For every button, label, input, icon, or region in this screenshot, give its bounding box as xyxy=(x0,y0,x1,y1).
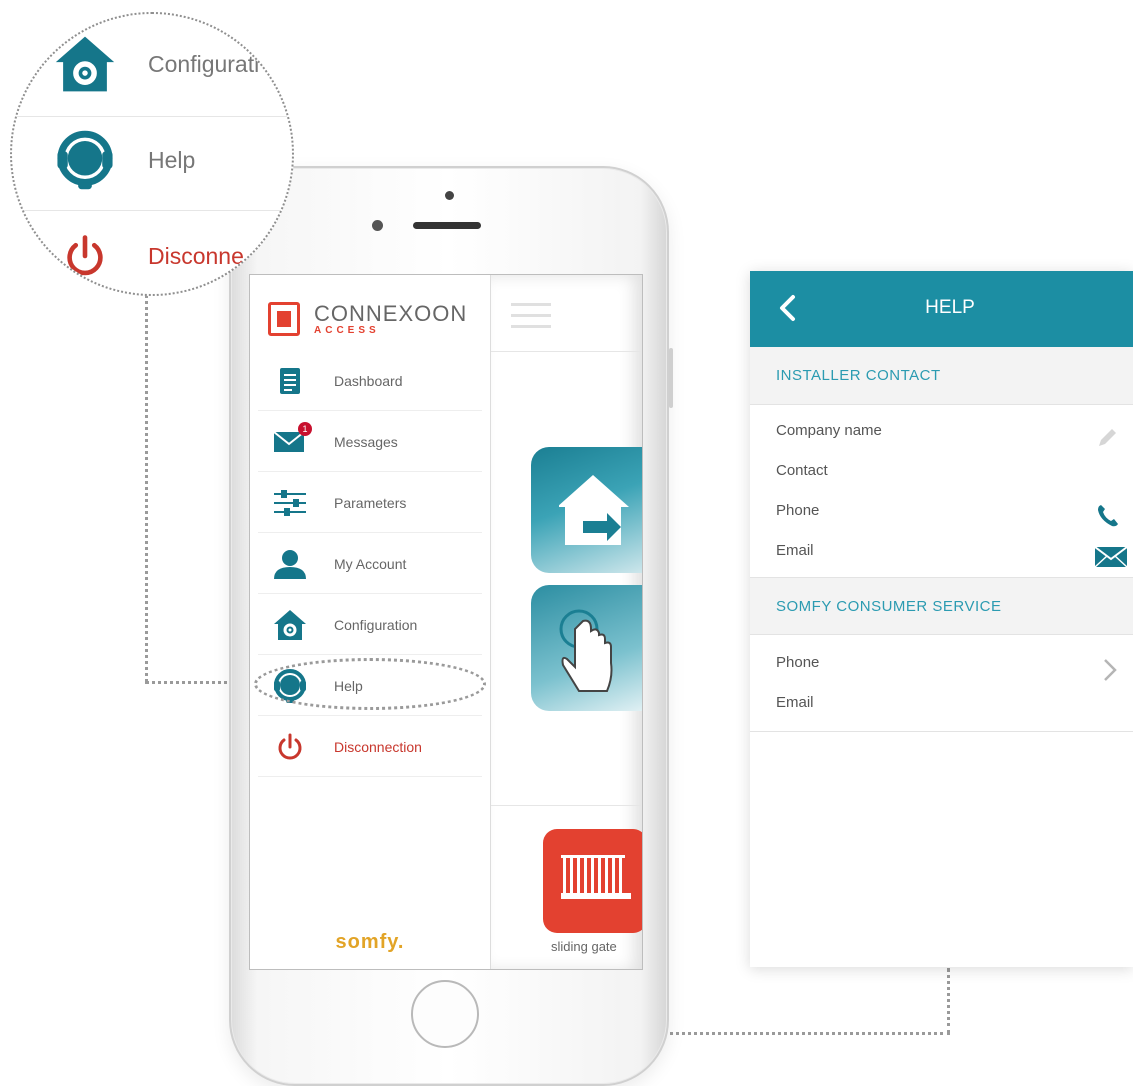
contact-label: Contact xyxy=(776,462,828,479)
section-title: INSTALLER CONTACT xyxy=(776,367,941,384)
messages-badge: 1 xyxy=(298,421,312,436)
sliders-icon xyxy=(268,481,312,525)
phone-side-button xyxy=(669,348,673,408)
side-menu: CONNEXOON ACCESS Dashboard 1 Messages Pa… xyxy=(250,275,490,969)
menu-item-label: Parameters xyxy=(334,494,407,511)
phone-label: Phone xyxy=(776,502,820,519)
menu-item-label: Messages xyxy=(334,433,398,450)
envelope-icon[interactable] xyxy=(1094,546,1128,568)
connector-line-bottom-v2 xyxy=(947,968,950,1034)
help-header: HELP xyxy=(750,271,1133,347)
somfy-logo: somfy. xyxy=(335,931,405,953)
bubble-item-label: Disconne xyxy=(148,242,244,269)
menu-item-label: Disconnection xyxy=(334,738,422,755)
power-icon xyxy=(268,725,312,769)
installer-contact-section: INSTALLER CONTACT xyxy=(750,347,1133,405)
somfy-consumer-service-section: SOMFY CONSUMER SERVICE xyxy=(750,577,1133,635)
menu-item-label: My Account xyxy=(334,555,407,572)
menu-item-label: Configuration xyxy=(334,616,418,633)
envelope-icon: 1 xyxy=(268,420,312,464)
dashboard-icon xyxy=(268,359,312,403)
sliding-gate-label: sliding gate xyxy=(551,939,617,954)
bubble-item-help: Help xyxy=(12,114,292,206)
menu-item-label: Dashboard xyxy=(334,372,403,389)
phone-sensor xyxy=(372,220,383,231)
connexoon-logo-icon xyxy=(268,302,300,336)
help-panel: HELP INSTALLER CONTACT Company name Cont… xyxy=(750,271,1133,967)
power-icon xyxy=(50,221,120,291)
dashboard-preview-pane: sliding gate xyxy=(490,275,642,969)
menu-item-my-account[interactable]: My Account xyxy=(258,534,482,594)
headset-icon xyxy=(50,125,120,195)
bubble-item-label: Configurati xyxy=(148,50,260,77)
bubble-item-disconnection: Disconne xyxy=(12,210,292,294)
menu-item-disconnection[interactable]: Disconnection xyxy=(258,717,482,777)
logo-sub: ACCESS xyxy=(314,324,380,336)
access-tile[interactable] xyxy=(531,585,642,711)
consumer-phone-label: Phone xyxy=(776,654,820,671)
house-gear-icon xyxy=(268,603,312,647)
help-highlight-ellipse xyxy=(254,658,486,710)
phone-icon[interactable] xyxy=(1096,503,1120,529)
logo-name: CONNEXOON xyxy=(314,300,468,326)
house-arrow-icon xyxy=(559,475,629,545)
gate-icon xyxy=(561,855,631,899)
consumer-email-label: Email xyxy=(776,694,814,711)
connector-line-left xyxy=(145,290,148,682)
away-mode-tile[interactable] xyxy=(531,447,642,573)
phone-speaker xyxy=(413,222,481,229)
section-title: SOMFY CONSUMER SERVICE xyxy=(776,598,1002,615)
phone-home-button[interactable] xyxy=(411,980,479,1048)
sliding-gate-tile[interactable] xyxy=(543,829,642,933)
bubble-item-configuration: Configurati xyxy=(12,18,292,110)
menu-item-parameters[interactable]: Parameters xyxy=(258,473,482,533)
help-title: HELP xyxy=(925,297,975,318)
phone-screen: CONNEXOON ACCESS Dashboard 1 Messages Pa… xyxy=(249,274,643,970)
menu-item-dashboard[interactable]: Dashboard xyxy=(258,351,482,411)
hand-pointer-icon xyxy=(559,609,613,692)
menu-item-messages[interactable]: 1 Messages xyxy=(258,412,482,472)
connexoon-logo: CONNEXOON ACCESS xyxy=(268,297,467,341)
hamburger-icon[interactable] xyxy=(511,303,551,336)
menu-item-configuration[interactable]: Configuration xyxy=(258,595,482,655)
company-name-label: Company name xyxy=(776,422,882,439)
house-gear-icon xyxy=(50,29,120,99)
magnifier-bubble: Configurati Help Disconne xyxy=(10,12,294,296)
email-label: Email xyxy=(776,542,814,559)
phone-camera xyxy=(445,191,454,200)
user-icon xyxy=(268,542,312,586)
pencil-icon[interactable] xyxy=(1096,427,1118,449)
bubble-item-label: Help xyxy=(148,146,196,173)
chevron-right-icon[interactable] xyxy=(1102,657,1118,683)
